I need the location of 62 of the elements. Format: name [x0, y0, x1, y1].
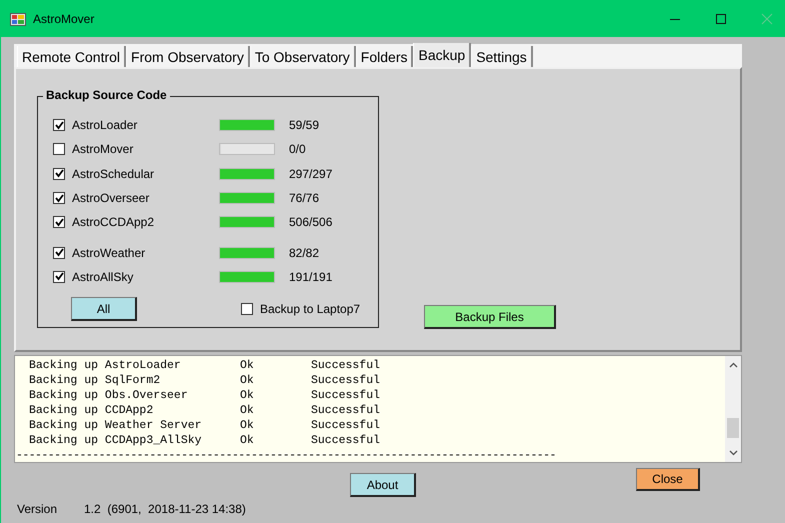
log-item: Backing up AstroLoader — [29, 358, 182, 373]
checkbox-label[interactable]: AstroMover — [72, 142, 219, 156]
version-label: Version — [17, 502, 58, 516]
version-value: 1.2 (6901, 2018-11-23 14:38) — [84, 502, 246, 516]
checkbox-label[interactable]: AstroWeather — [72, 246, 219, 260]
tab[interactable]: Remote Control — [17, 46, 126, 67]
log-item: Backing up Obs.Overseer — [29, 388, 189, 403]
app-icon — [10, 10, 26, 26]
checkbox[interactable] — [53, 119, 65, 132]
file-count: 191/191 — [289, 270, 332, 284]
log-status: Ok — [240, 358, 255, 373]
log-status: Ok — [240, 373, 255, 388]
tab[interactable]: From Observatory — [126, 46, 250, 67]
checkbox[interactable] — [53, 246, 65, 259]
checkbox-label[interactable]: AstroOverseer — [72, 191, 219, 206]
all-button[interactable]: All — [71, 297, 137, 322]
log-status: Ok — [240, 433, 255, 448]
log-result: Successful — [311, 373, 380, 388]
scrollbar[interactable] — [725, 356, 741, 462]
checkbox-label[interactable]: AstroAllSky — [72, 270, 219, 284]
checkbox[interactable] — [53, 270, 65, 283]
log-result: Successful — [311, 403, 380, 418]
file-count: 0/0 — [289, 142, 306, 156]
tab[interactable]: Settings — [471, 46, 533, 67]
checkbox[interactable] — [53, 192, 65, 204]
window-title: AstroMover — [33, 12, 94, 26]
maximize-icon[interactable] — [715, 12, 727, 24]
log-status: Ok — [240, 388, 255, 403]
log-status: Ok — [240, 418, 255, 433]
log-item: Backing up CCDApp3_AllSky — [29, 433, 203, 448]
checkbox[interactable] — [53, 216, 65, 228]
backup-files-button[interactable]: Backup Files — [424, 305, 556, 329]
checkbox[interactable] — [53, 143, 65, 156]
log-item: Backing up Weather Server — [29, 418, 203, 433]
log-result: Successful — [311, 388, 380, 403]
group-title: Backup Source Code — [43, 88, 170, 102]
tab[interactable]: Folders — [356, 46, 414, 67]
file-count: 59/59 — [289, 118, 320, 132]
close-button[interactable]: Close — [636, 468, 700, 491]
log-result: Successful — [311, 433, 380, 448]
log-separator: ------------------------------------------------------------------------------------- — [16, 448, 557, 463]
log-item: Backing up CCDApp2 — [29, 403, 154, 418]
checkbox[interactable] — [53, 168, 65, 180]
log-result: Successful — [311, 418, 380, 433]
scroll-up-icon[interactable] — [728, 362, 738, 368]
checkbox-label[interactable]: AstroLoader — [72, 118, 219, 132]
tab[interactable]: To Observatory — [250, 46, 356, 67]
checkbox-label[interactable]: AstroSchedular — [72, 166, 219, 181]
tab[interactable]: Backup — [413, 43, 472, 67]
log-status: Ok — [240, 403, 255, 418]
scrollbar-thumb[interactable] — [727, 418, 739, 438]
checkbox-label[interactable]: Backup to Laptop7 — [260, 302, 360, 316]
checkbox-label[interactable]: AstroCCDApp2 — [72, 215, 219, 230]
scroll-down-icon[interactable] — [728, 450, 738, 456]
file-count: 506/506 — [289, 215, 332, 230]
checkbox[interactable] — [241, 303, 253, 316]
file-count: 82/82 — [289, 246, 320, 260]
log-result: Successful — [311, 358, 380, 373]
file-count: 76/76 — [289, 191, 320, 206]
log-item: Backing up SqlForm2 — [29, 373, 162, 388]
file-count: 297/297 — [289, 166, 332, 181]
about-button[interactable]: About — [350, 473, 416, 497]
